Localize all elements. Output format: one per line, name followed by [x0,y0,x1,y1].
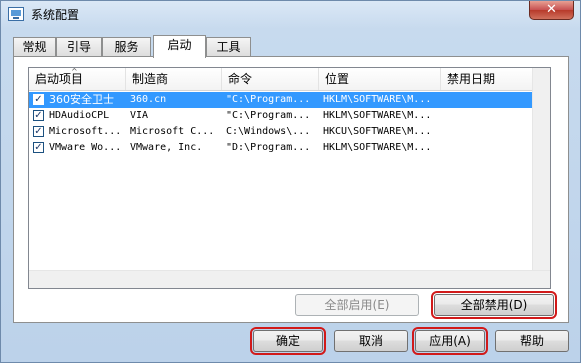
cell-command: C:\Windows\... [226,126,311,137]
tab-tools[interactable]: 工具 [206,37,251,57]
app-icon [8,7,24,21]
cell-item: 360安全卫士 [49,93,114,106]
cell-location: HKLM\SOFTWARE\M... [323,110,432,121]
close-button[interactable]: ✕ [529,1,574,20]
cell-location: HKLM\SOFTWARE\M... [323,94,432,105]
startup-panel: 启动项目 ^ 制造商 命令 位置 禁用日期 ✓ 360安全卫士 360.cn "… [13,56,569,323]
row-checkbox[interactable]: ✓ [33,94,44,105]
ok-button[interactable]: 确定 [250,327,326,355]
column-header-maker[interactable]: 制造商 [126,68,222,90]
tab-startup[interactable]: 启动 [153,35,206,58]
sort-ascending-icon: ^ [71,67,78,76]
tab-services[interactable]: 服务 [102,37,151,57]
help-button[interactable]: 帮助 [495,330,569,352]
cell-location: HKLM\SOFTWARE\M... [323,142,432,153]
column-header-disabled-date[interactable]: 禁用日期 [441,68,537,90]
enable-all-button[interactable]: 全部启用(E) [295,294,419,316]
cell-maker: 360.cn [130,94,167,105]
system-config-window: 系统配置 ✕ 常规 引导 服务 启动 工具 启动项目 ^ 制造商 命令 位置 禁… [0,0,581,363]
list-row[interactable]: ✓ 360安全卫士 360.cn "C:\Program... HKLM\SOF… [29,92,539,108]
column-header-item[interactable]: 启动项目 ^ [29,68,126,90]
row-checkbox[interactable]: ✓ [33,142,44,153]
tab-general[interactable]: 常规 [13,37,56,57]
vertical-scrollbar[interactable] [532,68,550,288]
window-title: 系统配置 [31,8,80,22]
title-bar[interactable]: 系统配置 ✕ [1,1,580,27]
list-row[interactable]: ✓ VMware Wo... VMware, Inc. "D:\Program.… [29,140,539,156]
cell-maker: VMware, Inc. [130,142,203,153]
row-checkbox[interactable]: ✓ [33,110,44,121]
cell-item: VMware Wo... [49,142,122,153]
cell-item: Microsoft... [49,126,122,137]
cell-maker: Microsoft C... [130,126,215,137]
apply-button[interactable]: 应用(A) [412,327,488,355]
list-row[interactable]: ✓ HDAudioCPL VIA "C:\Program... HKLM\SOF… [29,108,539,124]
cell-item: HDAudioCPL [49,110,110,121]
column-header-command[interactable]: 命令 [222,68,319,90]
list-row[interactable]: ✓ Microsoft... Microsoft C... C:\Windows… [29,124,539,140]
column-header-location[interactable]: 位置 [319,68,441,90]
cell-maker: VIA [130,110,149,121]
tab-boot[interactable]: 引导 [56,37,102,57]
cell-location: HKCU\SOFTWARE\M... [323,126,432,137]
disable-all-button[interactable]: 全部禁用(D) [431,291,557,319]
startup-list[interactable]: 启动项目 ^ 制造商 命令 位置 禁用日期 ✓ 360安全卫士 360.cn "… [28,67,551,289]
cell-command: "C:\Program... [226,94,311,105]
cancel-button[interactable]: 取消 [334,330,408,352]
cell-command: "D:\Program... [226,142,311,153]
horizontal-scrollbar[interactable] [29,270,550,288]
cell-command: "C:\Program... [226,110,311,121]
list-header: 启动项目 ^ 制造商 命令 位置 禁用日期 [29,68,550,91]
row-checkbox[interactable]: ✓ [33,126,44,137]
